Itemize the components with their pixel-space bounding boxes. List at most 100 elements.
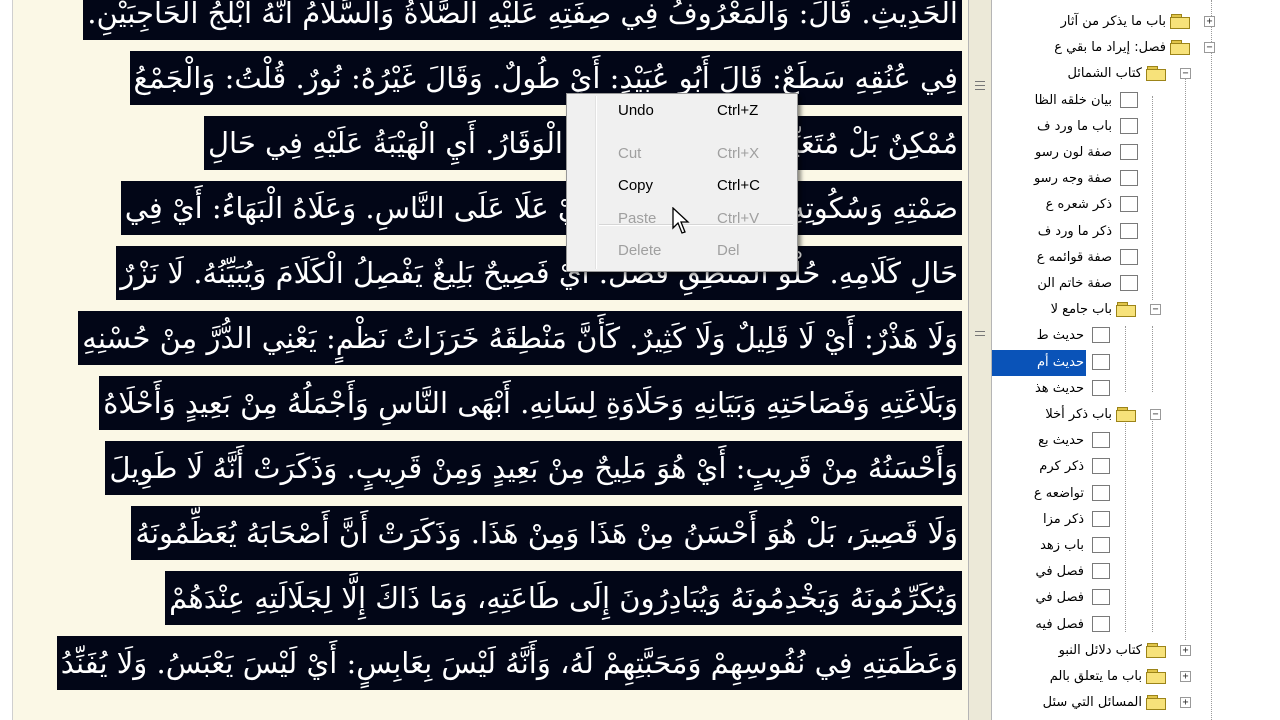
tree-page-node[interactable]: ذكر مزا — [992, 507, 1280, 533]
page-icon — [1092, 484, 1110, 501]
page-icon — [1092, 353, 1110, 370]
tree-node-label: فصل فيه — [1035, 616, 1084, 632]
tree-page-node[interactable]: فصل فيه — [992, 612, 1280, 638]
tree-node-label: تواضعه ع — [1033, 485, 1084, 501]
tree-folder-node[interactable]: باب ذكر أخلا − — [992, 402, 1280, 428]
menu-item-copy[interactable]: Copy Ctrl+C — [569, 171, 795, 201]
page-icon — [1092, 327, 1110, 344]
tree-page-node[interactable]: حديث هذ — [992, 376, 1280, 402]
tree-node-label: ذكر شعره ع — [1045, 197, 1112, 213]
expand-icon[interactable]: + — [1180, 644, 1191, 656]
tree-folder-node[interactable]: باب جامع لا − — [992, 297, 1280, 323]
collapse-icon[interactable]: − — [1150, 409, 1161, 420]
tree-page-node[interactable]: فصل في — [992, 585, 1280, 611]
expand-icon[interactable]: + — [1180, 671, 1191, 682]
mouse-pointer-icon — [672, 207, 690, 234]
folder-icon — [1146, 642, 1168, 659]
tree-page-node[interactable]: ذكر شعره ع — [992, 192, 1280, 218]
text-line: وَبَلَاغَتِهِ وَفَصَاحَتِهِ وَبَيَانِهِ … — [99, 376, 962, 430]
tree-page-node[interactable]: تواضعه ع — [992, 481, 1280, 507]
expand-icon[interactable]: + — [1204, 16, 1215, 27]
tree-folder-node[interactable]: باب ما يتعلق بالم + — [992, 664, 1280, 690]
page-icon — [1092, 537, 1110, 553]
pane-splitter[interactable] — [968, 0, 992, 720]
tree-page-node[interactable]: حديث ط — [992, 323, 1280, 349]
tree-node-label: بيان خلقه الظا — [1034, 92, 1112, 108]
tree-node-label: المسائل التي سئل — [1042, 695, 1142, 711]
tree-node-label: صفة خاتم الن — [1037, 276, 1112, 291]
expand-icon[interactable]: + — [1180, 697, 1191, 709]
tree-folder-node[interactable]: كتاب الشمائل − — [992, 61, 1280, 87]
page-icon — [1120, 196, 1138, 213]
tree-node-label: فصل في — [1035, 564, 1084, 580]
tree-page-node[interactable]: صفة لون رسو — [992, 140, 1280, 166]
text-line: صَمْتِهِ وَسُكُوتِهِ. وَإِنْ تَكَلَّمَ س… — [120, 181, 962, 235]
tree-page-node[interactable]: باب ما ورد ف — [992, 114, 1280, 140]
text-line: وَعَظَمَتِهِ فِي نُفُوسِهِمْ وَمَحَبَّتِ… — [56, 636, 962, 690]
tree-folder-node[interactable]: باب ما يذكر من آثار + — [992, 9, 1280, 35]
menu-item-label: Undo — [618, 102, 654, 119]
folder-icon — [1116, 302, 1138, 318]
tree-page-node[interactable]: ذكر كرم — [992, 454, 1280, 480]
tree-node-label: حديث ط — [1036, 328, 1084, 344]
text-line: وَلَا قَصِيرَ، بَلْ هُوَ أَحْسَنُ مِنْ ه… — [131, 506, 962, 560]
text-line: وَيُكَرِّمُونَهُ وَيَخْدِمُونَهُ وَيُبَا… — [165, 571, 962, 625]
tree-node-label: باب جامع لا — [1050, 302, 1112, 318]
menu-item-undo[interactable]: Undo Ctrl+Z — [569, 96, 795, 126]
text-line: الْحَدِيثِ. قَالَ: وَالْمَعْرُوفُ فِي صِ… — [83, 0, 962, 40]
menu-item-shortcut: Del — [717, 242, 740, 259]
page-icon — [1092, 510, 1110, 527]
tree-node-label: باب ما ورد ف — [1037, 118, 1112, 134]
table-of-contents-tree[interactable]: باب ما يذكر من آثار + فصل: إيراد ما بقي ع −… — [992, 0, 1280, 720]
page-icon — [1092, 589, 1110, 606]
collapse-icon[interactable]: − — [1204, 42, 1215, 54]
folder-icon — [1170, 14, 1192, 30]
splitter-grip-icon[interactable] — [973, 78, 987, 92]
tree-node-label: كتاب الشمائل — [1067, 66, 1142, 82]
tree-page-node[interactable]: صفة قوائمه ع — [992, 245, 1280, 271]
tree-page-node[interactable]: بيان خلقه الظا — [992, 88, 1280, 114]
tree-node-label: ذكر ما ورد ف — [1037, 223, 1112, 239]
tree-folder-node[interactable]: فصل: إيراد ما بقي ع − — [992, 35, 1280, 61]
menu-item-delete: Delete Del — [569, 236, 795, 266]
tree-node-label: صفة لون رسو — [1035, 145, 1112, 160]
book-text-pane[interactable]: الْحَدِيثِ. قَالَ: وَالْمَعْرُوفُ فِي صِ… — [0, 0, 968, 720]
page-icon — [1120, 248, 1138, 265]
text-line: فِي عُنُقِهِ سَطَعٌ: قَالَ أَبُو عُبَيْد… — [129, 51, 962, 105]
menu-item-label: Copy — [618, 177, 654, 194]
tree-page-node[interactable]: ذكر ما ورد ف — [992, 219, 1280, 245]
page-icon — [1092, 379, 1110, 396]
folder-icon — [1116, 407, 1138, 423]
page-icon — [1092, 615, 1110, 632]
tree-page-node[interactable]: باب زهد — [992, 533, 1280, 559]
tree-node-label: باب زهد — [1040, 538, 1084, 553]
menu-item-label: Cut — [618, 145, 642, 162]
tree-node-label: حديث بع — [1038, 433, 1084, 449]
menu-item-shortcut: Ctrl+C — [717, 177, 760, 194]
menu-item-shortcut: Ctrl+Z — [717, 102, 759, 119]
text-line: وَلَا هَذْرٌ: أَيْ لَا قَلِيلٌ وَلَا كَث… — [78, 311, 962, 365]
collapse-icon[interactable]: − — [1150, 304, 1161, 316]
folder-icon — [1146, 695, 1168, 711]
tree-node-label: فصل في — [1035, 590, 1084, 606]
menu-item-label: Delete — [618, 242, 662, 259]
menu-item-label: Paste — [618, 210, 657, 227]
tree-folder-node[interactable]: كتاب دلائل النبو + — [992, 638, 1280, 664]
collapse-icon[interactable]: − — [1180, 68, 1191, 80]
folder-icon — [1170, 40, 1192, 56]
page-icon — [1120, 117, 1138, 134]
tree-page-node[interactable]: حديث بع — [992, 428, 1280, 454]
tree-page-node[interactable]: فصل في — [992, 559, 1280, 585]
tree-page-node[interactable]: حديث أم — [992, 349, 1280, 376]
page-icon — [1120, 91, 1138, 108]
tree-node-label: حديث هذ — [1034, 380, 1084, 396]
tree-node-label: باب ما يذكر من آثار — [1060, 14, 1166, 29]
page-icon — [1092, 458, 1110, 475]
tree-page-node[interactable]: صفة خاتم الن — [992, 271, 1280, 297]
splitter-grip-icon[interactable] — [973, 328, 987, 342]
menu-item-shortcut: Ctrl+X — [717, 145, 760, 162]
tree-page-node[interactable]: صفة وجه رسو — [992, 166, 1280, 192]
tree-node-label: فصل: إيراد ما بقي ع — [1054, 40, 1166, 56]
tree-folder-node[interactable]: المسائل التي سئل + — [992, 690, 1280, 716]
text-pane-border — [0, 0, 13, 720]
